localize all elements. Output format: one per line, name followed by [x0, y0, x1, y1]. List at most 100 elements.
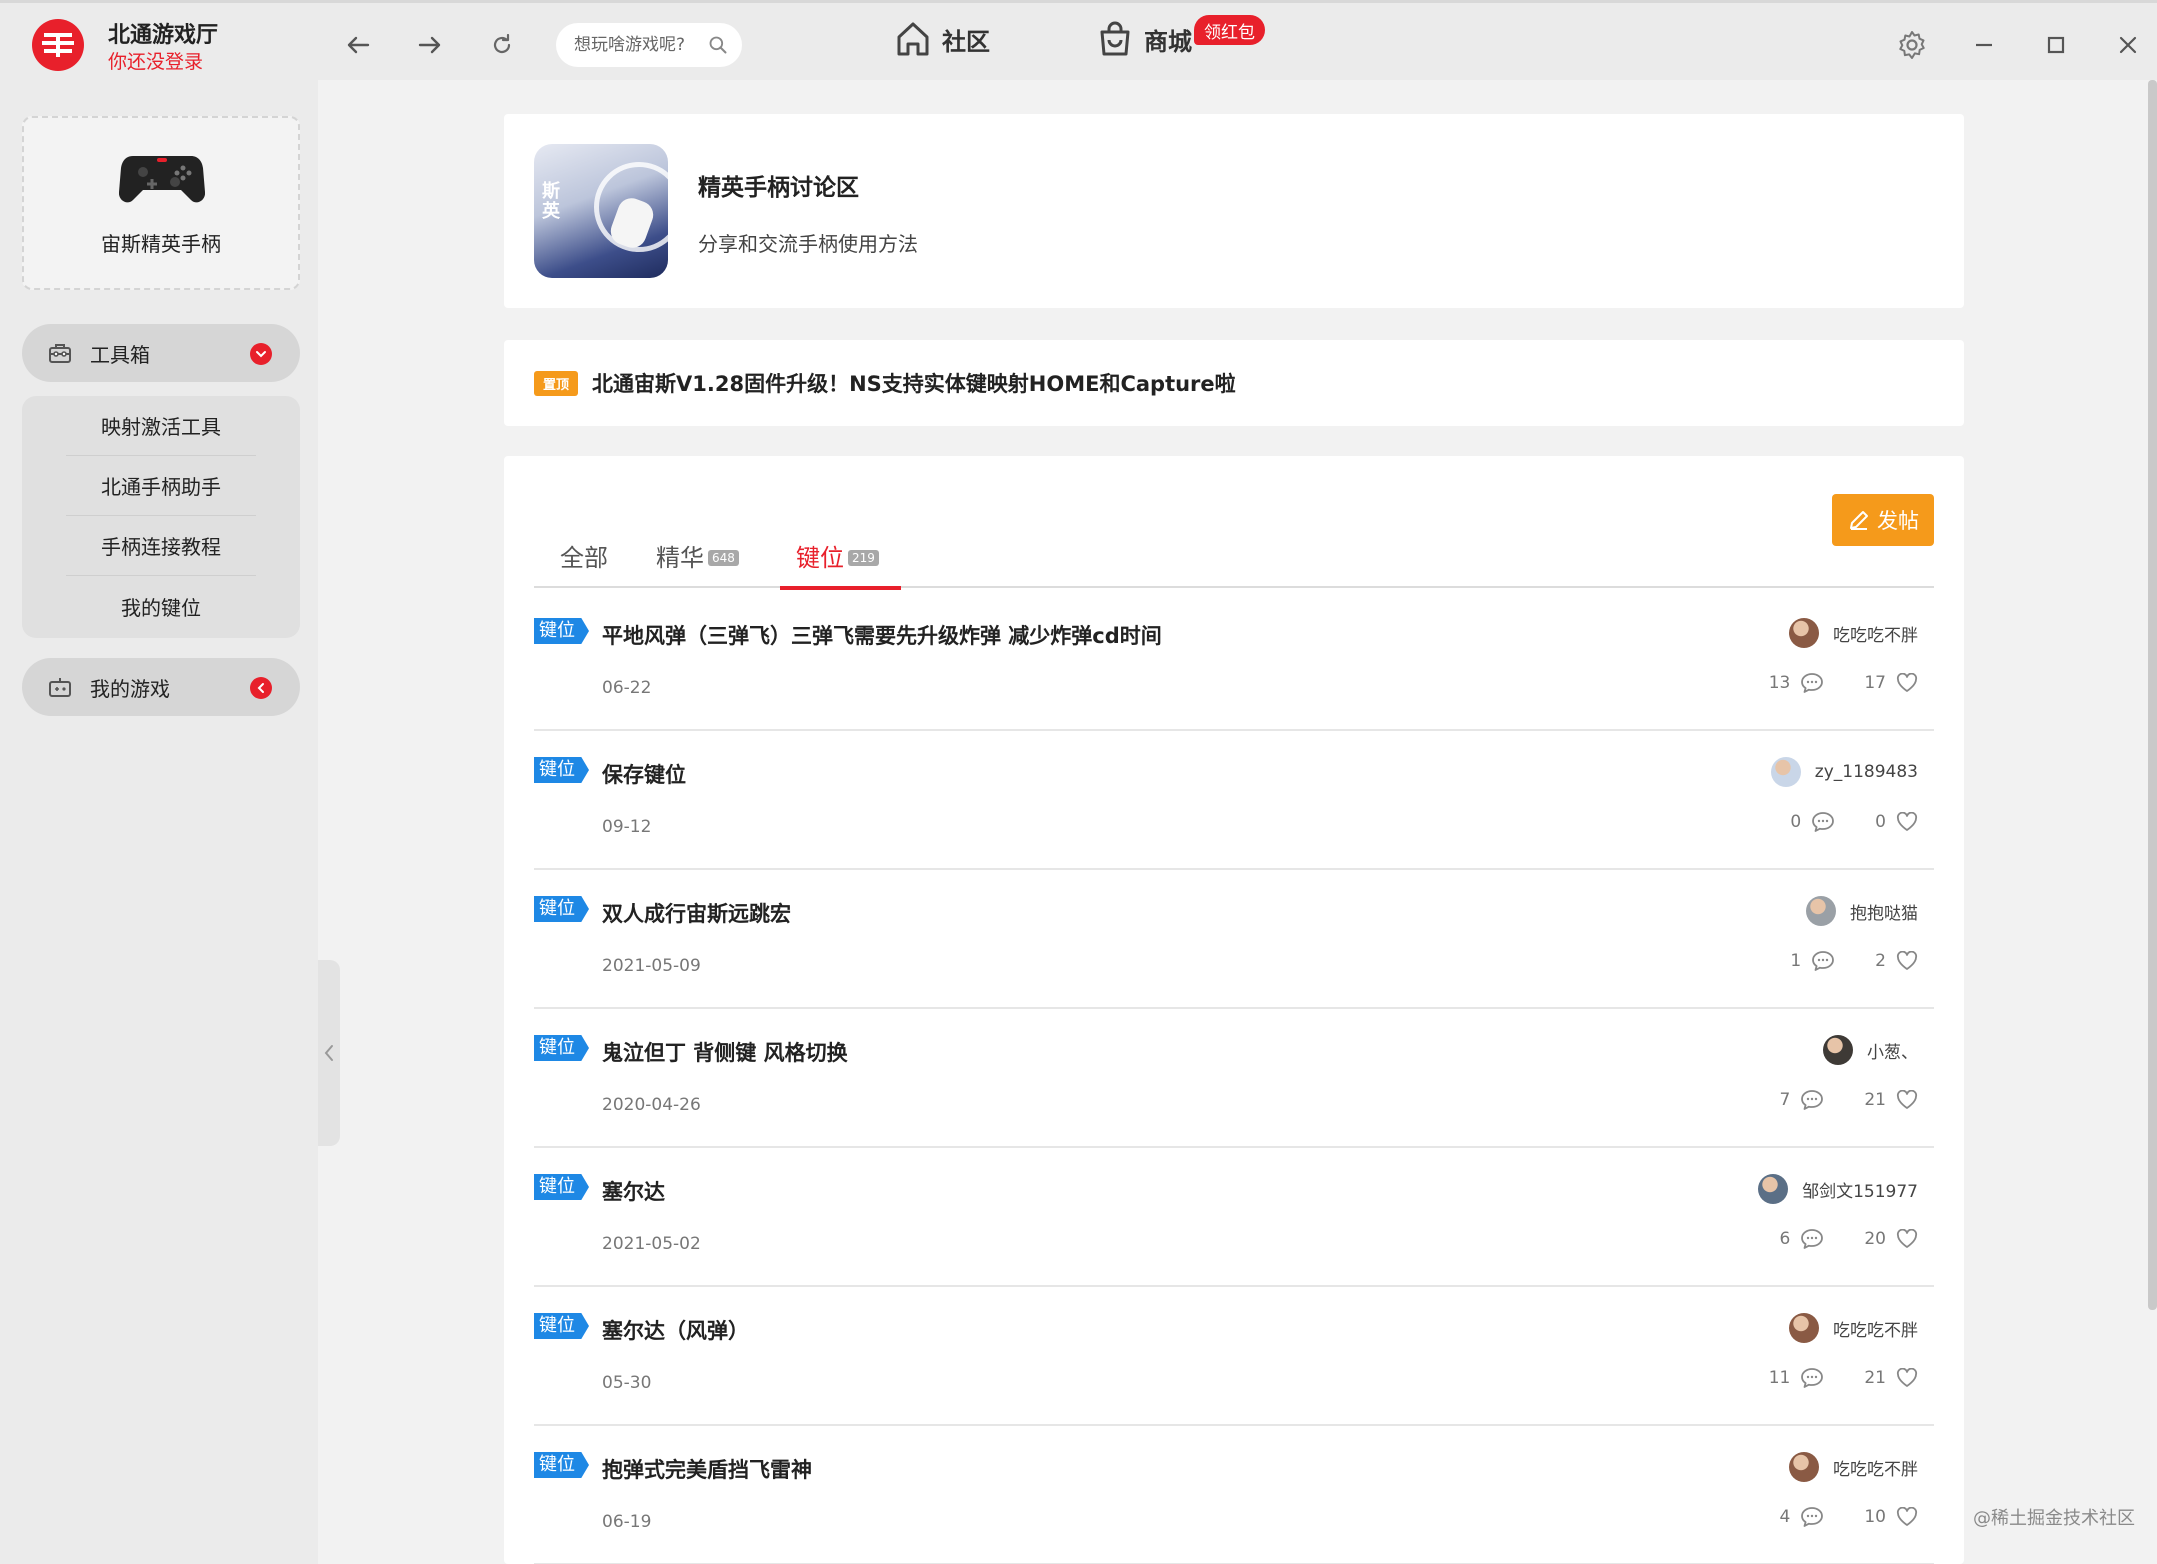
- title-bar: 北通游戏厅 你还没登录 社区 商城: [0, 0, 2157, 80]
- pinned-post-title[interactable]: 北通宙斯V1.28固件升级！NS支持实体键映射HOME和Capture啦: [592, 368, 1236, 398]
- post-author[interactable]: 吃吃吃不胖: [1789, 618, 1918, 648]
- search-icon[interactable]: [708, 33, 728, 57]
- pinned-post[interactable]: 置顶 北通宙斯V1.28固件升级！NS支持实体键映射HOME和Capture啦: [504, 340, 1964, 426]
- post-row[interactable]: 键位 鬼泣但丁 背侧键 风格切换 2020-04-26 小葱、 7 21: [534, 1009, 1934, 1148]
- heart-icon[interactable]: [1896, 951, 1918, 971]
- post-date: 05-30: [602, 1373, 652, 1393]
- device-card[interactable]: 宙斯精英手柄: [22, 116, 300, 290]
- post-row[interactable]: 键位 保存键位 09-12 zy_1189483 0 0: [534, 731, 1934, 870]
- avatar[interactable]: [1789, 618, 1819, 648]
- sidebar: 宙斯精英手柄 工具箱 映射激活工具 北通手柄助手 手柄连接教程 我的键位 我的游…: [0, 80, 318, 1564]
- comment-icon[interactable]: [1811, 950, 1835, 972]
- login-status-link[interactable]: 你还没登录: [108, 47, 203, 74]
- post-author[interactable]: zy_1189483: [1770, 757, 1918, 787]
- post-title[interactable]: 鬼泣但丁 背侧键 风格切换: [602, 1037, 848, 1067]
- device-name: 宙斯精英手柄: [101, 232, 221, 256]
- post-row[interactable]: 键位 平地风弹（三弹飞）三弹飞需要先升级炸弹 减少炸弹cd时间 06-22 吃吃…: [534, 592, 1934, 731]
- tab-featured[interactable]: 精华 648: [656, 538, 739, 588]
- like-count: 20: [1864, 1229, 1886, 1249]
- post-list-card: 发帖 全部 精华 648 键位 219 键位 平地风弹（三弹飞）三弹飞需要先升级…: [504, 456, 1964, 1564]
- chevron-left-icon: [324, 1045, 333, 1061]
- post-date: 09-12: [602, 817, 652, 837]
- post-stats: 0 0: [1790, 811, 1918, 833]
- maximize-button[interactable]: [2036, 25, 2076, 65]
- gamepad-icon: [119, 156, 205, 203]
- sidebar-collapse-handle[interactable]: [318, 960, 340, 1146]
- author-name: 邹剑文151977: [1802, 1181, 1918, 1202]
- forward-button[interactable]: [412, 27, 448, 63]
- avatar[interactable]: [1806, 896, 1836, 926]
- toolbox-menu[interactable]: 工具箱: [22, 324, 300, 382]
- submenu-item-connection-tutorial[interactable]: 手柄连接教程: [66, 516, 256, 576]
- post-row[interactable]: 键位 双人成行宙斯远跳宏 2021-05-09 抱抱哒猫 1 2: [534, 870, 1934, 1009]
- comment-icon[interactable]: [1800, 1506, 1824, 1528]
- search-box[interactable]: [556, 23, 742, 67]
- forum-header-card: 斯 英 精英手柄讨论区 分享和交流手柄使用方法: [504, 114, 1964, 308]
- nav-community[interactable]: 社区: [896, 21, 990, 57]
- search-input[interactable]: [574, 35, 704, 55]
- heart-icon[interactable]: [1896, 1229, 1918, 1249]
- arrow-right-icon: [418, 36, 441, 54]
- submenu-item-gamepad-assistant[interactable]: 北通手柄助手: [66, 456, 256, 516]
- comment-count: 0: [1790, 812, 1802, 832]
- nav-shop-label: 商城: [1144, 27, 1192, 56]
- post-row[interactable]: 键位 抱弹式完美盾挡飞雷神 06-19 吃吃吃不胖 4 10: [534, 1426, 1934, 1564]
- like-count: 0: [1875, 812, 1886, 832]
- logo-icon: [42, 33, 74, 57]
- refresh-button[interactable]: [484, 27, 520, 63]
- comment-icon[interactable]: [1800, 672, 1824, 694]
- post-tag: 键位: [534, 1313, 589, 1339]
- my-games-menu[interactable]: 我的游戏: [22, 658, 300, 716]
- comment-icon[interactable]: [1811, 811, 1835, 833]
- post-row[interactable]: 键位 塞尔达（风弹） 05-30 吃吃吃不胖 11 21: [534, 1287, 1934, 1426]
- post-author[interactable]: 吃吃吃不胖: [1789, 1452, 1918, 1482]
- submenu-item-my-keymaps[interactable]: 我的键位: [66, 576, 256, 636]
- post-stats: 1 2: [1790, 950, 1918, 972]
- post-author[interactable]: 吃吃吃不胖: [1789, 1313, 1918, 1343]
- comment-icon[interactable]: [1800, 1367, 1824, 1389]
- toolbox-icon: [49, 344, 71, 363]
- post-author[interactable]: 抱抱哒猫: [1806, 896, 1918, 926]
- avatar[interactable]: [1770, 757, 1801, 787]
- post-date: 2020-04-26: [602, 1095, 701, 1115]
- avatar[interactable]: [1823, 1035, 1853, 1065]
- back-button[interactable]: [340, 27, 376, 63]
- heart-icon[interactable]: [1896, 812, 1918, 832]
- red-packet-badge[interactable]: 领红包: [1194, 15, 1265, 45]
- post-title[interactable]: 塞尔达（风弹）: [602, 1315, 749, 1345]
- close-button[interactable]: [2108, 25, 2148, 65]
- post-title[interactable]: 抱弹式完美盾挡飞雷神: [602, 1454, 812, 1484]
- post-title[interactable]: 塞尔达: [602, 1176, 665, 1206]
- post-tag: 键位: [534, 1174, 589, 1200]
- post-title[interactable]: 保存键位: [602, 759, 686, 789]
- minimize-button[interactable]: [1964, 25, 2004, 65]
- avatar[interactable]: [1789, 1313, 1819, 1343]
- maximize-icon: [2047, 36, 2065, 54]
- author-name: 小葱、: [1867, 1042, 1918, 1063]
- heart-icon[interactable]: [1896, 1090, 1918, 1110]
- post-author[interactable]: 小葱、: [1823, 1035, 1918, 1065]
- chevron-left-icon[interactable]: [250, 677, 272, 699]
- submenu-item-mapping-tool[interactable]: 映射激活工具: [66, 396, 256, 456]
- post-title[interactable]: 平地风弹（三弹飞）三弹飞需要先升级炸弹 减少炸弹cd时间: [602, 620, 1162, 650]
- avatar[interactable]: [1758, 1174, 1789, 1204]
- post-tabs: 全部 精华 648 键位 219: [534, 538, 1934, 590]
- heart-icon[interactable]: [1896, 1368, 1918, 1388]
- comment-icon[interactable]: [1800, 1089, 1824, 1111]
- settings-button[interactable]: [1892, 25, 1932, 65]
- heart-icon[interactable]: [1896, 673, 1918, 693]
- post-row[interactable]: 键位 塞尔达 2021-05-02 邹剑文151977 6 20: [534, 1148, 1934, 1287]
- chevron-down-icon[interactable]: [250, 343, 272, 365]
- tab-keymaps[interactable]: 键位 219: [780, 538, 901, 590]
- heart-icon[interactable]: [1896, 1507, 1918, 1527]
- post-stats: 6 20: [1780, 1228, 1918, 1250]
- scrollbar[interactable]: [2148, 80, 2157, 1310]
- post-author[interactable]: 邹剑文151977: [1758, 1174, 1918, 1204]
- tab-all-label: 全部: [560, 544, 608, 572]
- tab-all[interactable]: 全部: [560, 538, 608, 588]
- avatar[interactable]: [1789, 1452, 1819, 1482]
- like-count: 17: [1864, 673, 1886, 693]
- post-title[interactable]: 双人成行宙斯远跳宏: [602, 898, 791, 928]
- nav-shop[interactable]: 商城: [1098, 21, 1192, 57]
- comment-icon[interactable]: [1800, 1228, 1824, 1250]
